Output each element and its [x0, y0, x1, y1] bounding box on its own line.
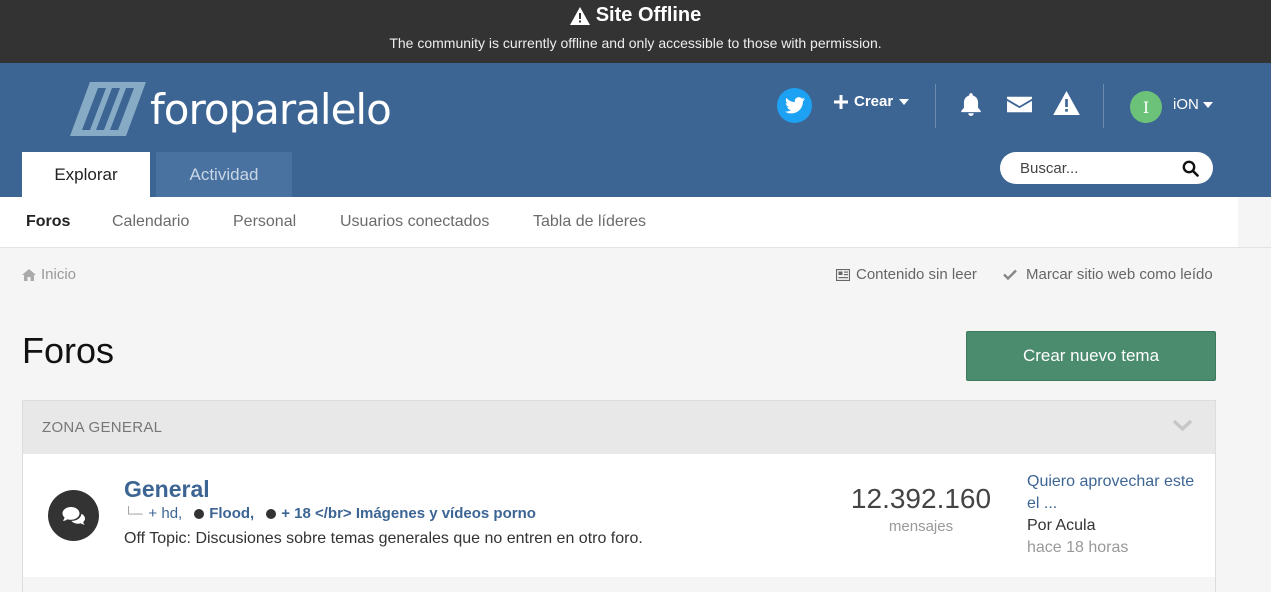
caret-down-icon	[1202, 101, 1213, 108]
forum-title[interactable]: General	[124, 476, 210, 503]
create-topic-button[interactable]: Crear nuevo tema	[966, 331, 1216, 381]
mark-read-label: Marcar sitio web como leído	[1026, 266, 1213, 283]
subnav-item-personal[interactable]: Personal	[233, 213, 296, 231]
avatar[interactable]: I	[1130, 91, 1162, 123]
subnav-item-calendario[interactable]: Calendario	[112, 213, 189, 231]
header-divider	[1103, 84, 1104, 128]
offline-title: Site Offline	[595, 4, 702, 26]
user-menu[interactable]: iON	[1173, 96, 1213, 113]
offline-message: The community is currently offline and o…	[389, 35, 882, 51]
subnav-item-usuarios-conectados[interactable]: Usuarios conectados	[340, 213, 489, 231]
secondary-nav: Foros Calendario Personal Usuarios conec…	[0, 197, 1271, 248]
last-post-time: hace 18 horas	[1027, 539, 1129, 556]
plus-icon	[834, 94, 848, 109]
subnav-item-tabla-lideres[interactable]: Tabla de líderes	[533, 213, 646, 231]
page-title: Foros	[22, 330, 115, 371]
create-menu[interactable]: Crear	[834, 93, 910, 110]
check-icon	[1003, 269, 1017, 280]
tab-actividad[interactable]: Actividad	[156, 152, 292, 197]
posts-label: mensajes	[888, 518, 954, 535]
reports-button[interactable]	[1053, 91, 1080, 120]
create-label: Crear	[854, 93, 894, 110]
home-icon	[22, 268, 36, 281]
subforum-branch-icon: └─	[124, 506, 143, 521]
site-logo[interactable]: foroparalelo	[68, 79, 392, 139]
newspaper-icon	[836, 268, 850, 281]
twitter-button[interactable]	[777, 88, 812, 123]
last-post-author: Por Acula	[1027, 517, 1096, 534]
forum-category: ZONA GENERAL General └─ + hd, Flood, + 1…	[22, 400, 1216, 592]
twitter-icon	[784, 97, 805, 114]
forum-stats: 12.392.160 mensajes	[841, 483, 1001, 535]
search-input[interactable]	[1020, 159, 1170, 177]
category-header: ZONA GENERAL	[23, 401, 1215, 454]
forum-status-icon	[48, 490, 99, 541]
subnav-item-foros[interactable]: Foros	[26, 213, 70, 231]
row-divider	[23, 577, 1215, 592]
category-title: ZONA GENERAL	[42, 419, 163, 436]
chevron-down-icon[interactable]	[1172, 419, 1193, 432]
notifications-button[interactable]	[958, 91, 984, 122]
breadcrumb[interactable]: Inicio	[22, 266, 76, 283]
logo-mark-icon	[70, 82, 146, 136]
forum-description: Off Topic: Discusiones sobre temas gener…	[124, 530, 643, 547]
breadcrumb-home: Inicio	[41, 266, 77, 283]
offline-banner: Site Offline The community is currently …	[0, 0, 1271, 63]
header-divider	[935, 84, 936, 128]
subnav-edge	[1238, 197, 1271, 247]
comments-icon	[62, 506, 85, 525]
subforum-link[interactable]: + 18 </br> Imágenes y vídeos porno	[281, 505, 536, 522]
subforum-list: └─ + hd, Flood, + 18 </br> Imágenes y ví…	[124, 505, 536, 522]
logo-text: foroparalelo	[150, 84, 392, 134]
last-post-title[interactable]: Quiero aprovechar este el ...	[1027, 471, 1202, 515]
username: iON	[1173, 96, 1199, 113]
unread-dot-icon	[194, 508, 205, 519]
search-icon[interactable]	[1182, 160, 1199, 177]
posts-count: 12.392.160	[850, 483, 992, 514]
unread-content-link[interactable]: Contenido sin leer	[836, 266, 977, 283]
messages-button[interactable]	[1006, 91, 1033, 122]
last-post: Quiero aprovechar este el ... Por Acula …	[1027, 471, 1202, 559]
bell-icon	[961, 93, 981, 116]
offline-title-row: Site Offline	[0, 4, 1271, 27]
subforum-link[interactable]: Flood,	[209, 505, 254, 522]
search-box	[1000, 152, 1213, 184]
tab-explorar[interactable]: Explorar	[22, 152, 150, 197]
mark-read-link[interactable]: Marcar sitio web como leído	[1003, 266, 1213, 283]
subforum-link[interactable]: + hd,	[148, 505, 182, 522]
caret-down-icon	[899, 98, 910, 105]
site-header: foroparalelo Crear I iON Explorar Activi…	[0, 63, 1271, 197]
warning-icon	[1053, 91, 1080, 115]
envelope-icon	[1007, 96, 1032, 113]
unread-dot-icon	[266, 508, 277, 519]
warning-icon	[569, 6, 590, 25]
unread-content-label: Contenido sin leer	[856, 266, 977, 283]
